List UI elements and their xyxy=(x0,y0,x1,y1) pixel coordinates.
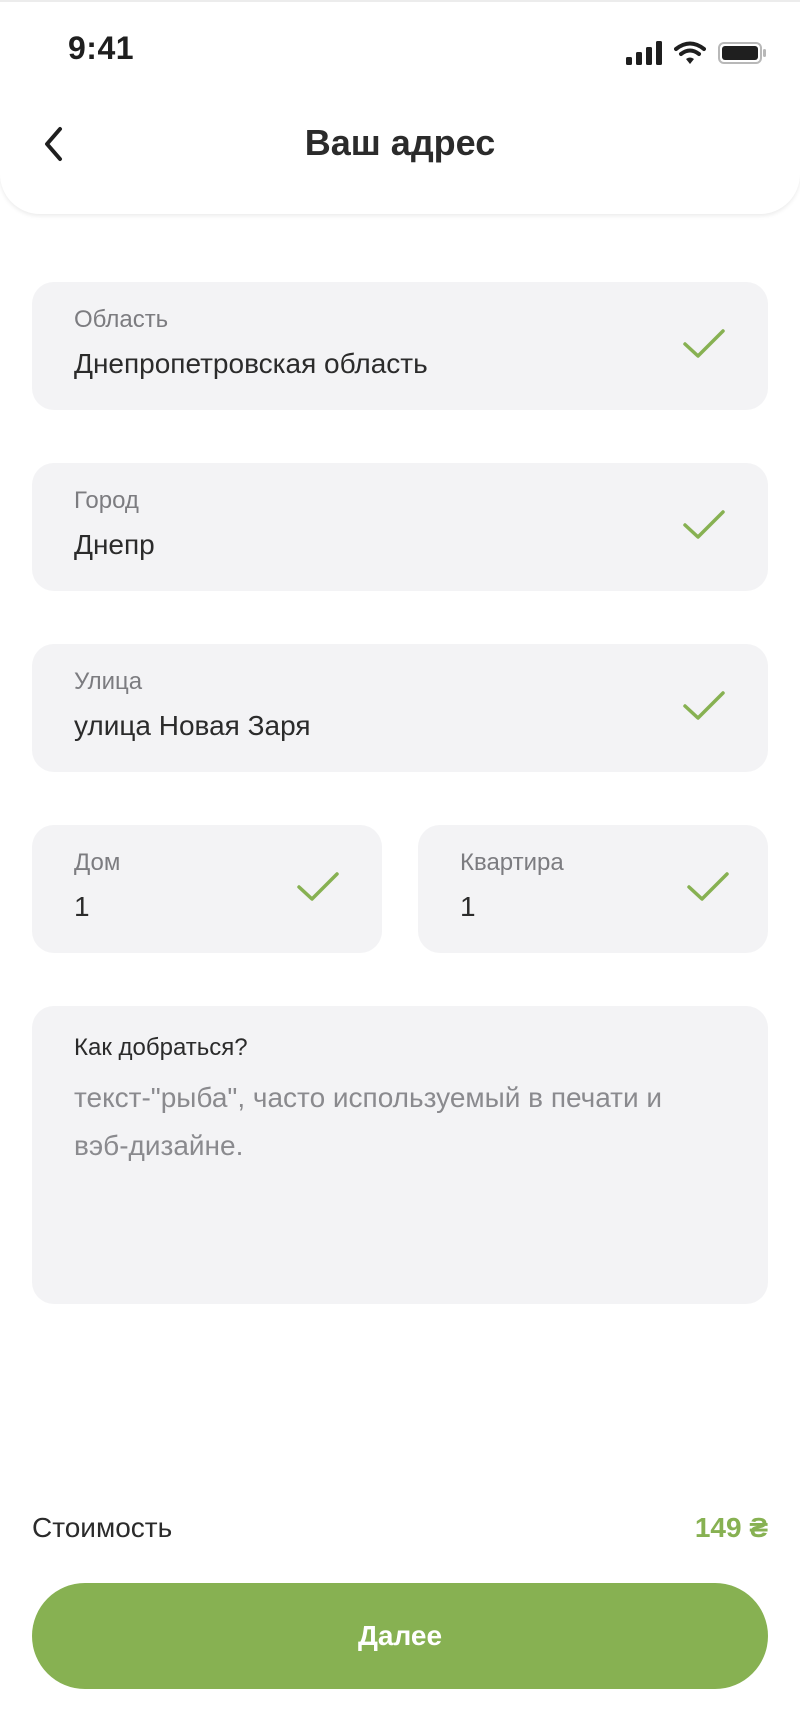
apartment-label: Квартира xyxy=(460,849,564,876)
street-label: Улица xyxy=(74,668,143,695)
region-label: Область xyxy=(74,306,169,333)
checkmark-icon xyxy=(683,329,725,358)
page-title: Ваш адрес xyxy=(304,122,496,163)
status-time: 9:41 xyxy=(68,30,135,66)
checkmark-icon xyxy=(687,872,729,901)
cost-label: Стоимость xyxy=(32,1512,173,1543)
city-value: Днепр xyxy=(74,529,155,560)
directions-label: Как добраться? xyxy=(74,1034,248,1061)
street-value: улица Новая Заря xyxy=(74,710,311,741)
cost-value: 149 ₴ xyxy=(694,1512,768,1543)
checkmark-icon xyxy=(683,691,725,720)
apartment-field[interactable]: Квартира 1 xyxy=(418,825,768,953)
directions-placeholder: текст-"рыба", часто используемый в печат… xyxy=(74,1082,663,1161)
top-app-bar: 9:41 Ваш адрес xyxy=(0,0,800,214)
region-value: Днепропетровская область xyxy=(74,348,428,379)
house-label: Дом xyxy=(74,849,121,876)
battery-icon xyxy=(718,42,766,64)
directions-textarea[interactable]: Как добраться? текст-"рыба", часто испол… xyxy=(32,1006,768,1304)
checkmark-icon xyxy=(297,872,339,901)
street-field[interactable]: Улица улица Новая Заря xyxy=(32,644,768,772)
house-field[interactable]: Дом 1 xyxy=(32,825,382,953)
apartment-value: 1 xyxy=(460,891,476,922)
region-field[interactable]: Область Днепропетровская область xyxy=(32,282,768,410)
city-field[interactable]: Город Днепр xyxy=(32,463,768,591)
house-value: 1 xyxy=(74,891,90,922)
cellular-signal-icon xyxy=(626,41,662,65)
checkmark-icon xyxy=(683,510,725,539)
city-label: Город xyxy=(74,487,139,514)
wifi-icon xyxy=(674,41,706,64)
status-icons xyxy=(626,38,766,68)
next-button[interactable]: Далее xyxy=(32,1583,768,1689)
